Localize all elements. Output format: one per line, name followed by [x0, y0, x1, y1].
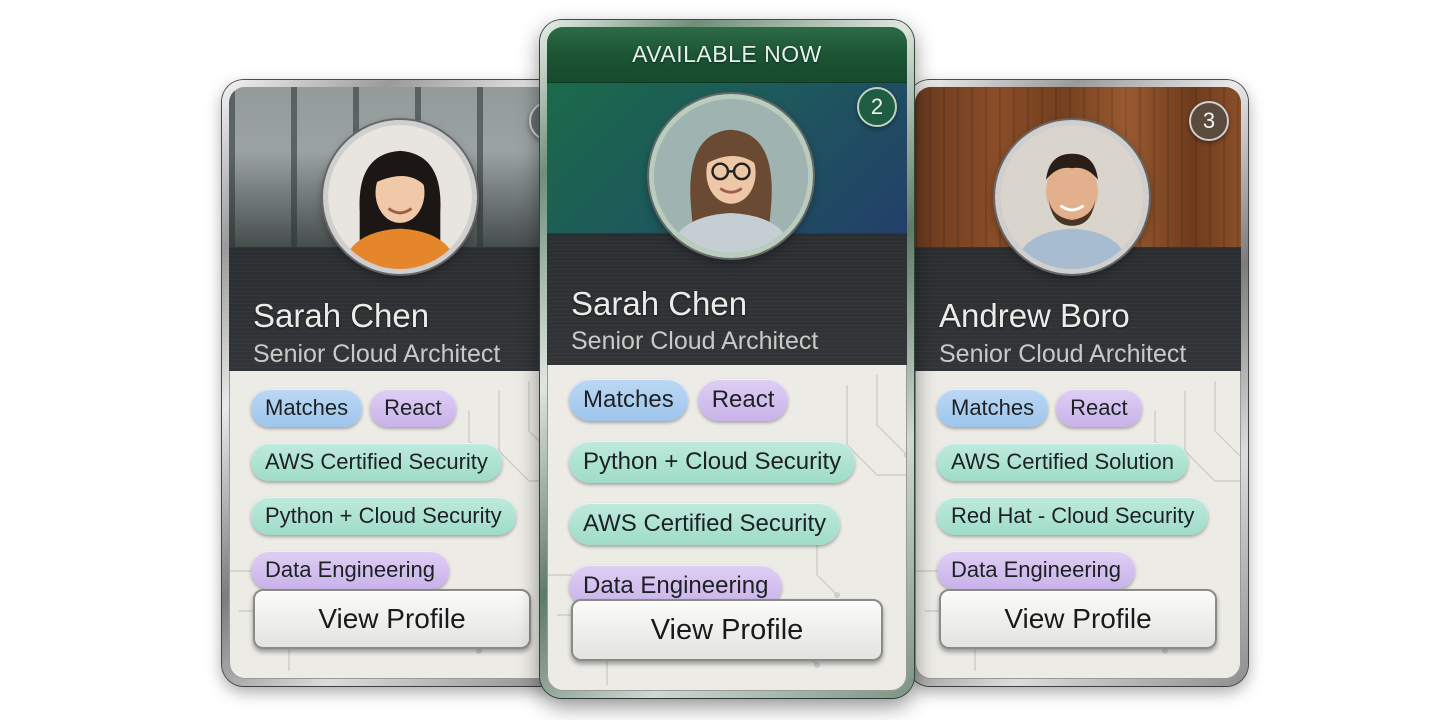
skill-tags: Matches React AWS Certified Security Pyt…: [251, 389, 549, 589]
tag-skill[interactable]: Data Engineering: [937, 551, 1136, 589]
candidate-card-3[interactable]: 3 Andrew Boro Senior Cloud Architect Mat…: [908, 80, 1248, 686]
rank-badge: 2: [857, 87, 897, 127]
candidate-role: Senior Cloud Architect: [253, 340, 501, 368]
candidate-role: Senior Cloud Architect: [939, 340, 1187, 368]
tag-matches[interactable]: Matches: [937, 389, 1049, 427]
view-profile-button[interactable]: View Profile: [939, 589, 1217, 649]
candidate-name: Sarah Chen: [571, 285, 748, 322]
person-avatar-icon: [654, 99, 808, 253]
person-avatar-icon: [1000, 125, 1144, 269]
tag-skill[interactable]: Python + Cloud Security: [251, 497, 516, 535]
tag-skill[interactable]: Data Engineering: [251, 551, 450, 589]
tag-react[interactable]: React: [697, 379, 789, 421]
candidate-role: Senior Cloud Architect: [571, 327, 819, 355]
tag-skill[interactable]: Python + Cloud Security: [569, 441, 856, 483]
avatar: [323, 120, 477, 274]
tag-skill[interactable]: AWS Certified Security: [251, 443, 502, 481]
tag-skill[interactable]: Red Hat - Cloud Security: [937, 497, 1209, 535]
view-profile-button[interactable]: View Profile: [253, 589, 531, 649]
rank-badge: 3: [1189, 101, 1229, 141]
tag-skill[interactable]: AWS Certified Security: [569, 503, 841, 545]
candidate-card-2[interactable]: AVAILABLE NOW 2 Sarah Chen Senior Cloud …: [540, 20, 914, 698]
person-avatar-icon: [328, 125, 472, 269]
availability-label: AVAILABLE NOW: [632, 41, 822, 67]
skill-tags: Matches React Python + Cloud Security AW…: [569, 379, 901, 607]
tag-react[interactable]: React: [370, 389, 456, 427]
availability-banner: AVAILABLE NOW: [547, 27, 907, 83]
skill-tags: Matches React AWS Certified Solution Red…: [937, 389, 1235, 589]
candidate-card-1[interactable]: 1 Sarah Chen Senior Cloud Architect Matc…: [222, 80, 562, 686]
candidate-name: Sarah Chen: [253, 297, 430, 334]
tag-matches[interactable]: Matches: [251, 389, 363, 427]
tag-skill[interactable]: AWS Certified Solution: [937, 443, 1188, 481]
candidate-name: Andrew Boro: [939, 297, 1130, 334]
candidate-card-1-inner: 1 Sarah Chen Senior Cloud Architect Matc…: [229, 87, 555, 679]
view-profile-button[interactable]: View Profile: [571, 599, 883, 661]
candidate-card-2-inner: AVAILABLE NOW 2 Sarah Chen Senior Cloud …: [547, 27, 907, 691]
avatar: [995, 120, 1149, 274]
avatar: [649, 94, 813, 258]
tag-matches[interactable]: Matches: [569, 379, 688, 421]
candidate-card-3-inner: 3 Andrew Boro Senior Cloud Architect Mat…: [915, 87, 1241, 679]
tag-react[interactable]: React: [1056, 389, 1142, 427]
